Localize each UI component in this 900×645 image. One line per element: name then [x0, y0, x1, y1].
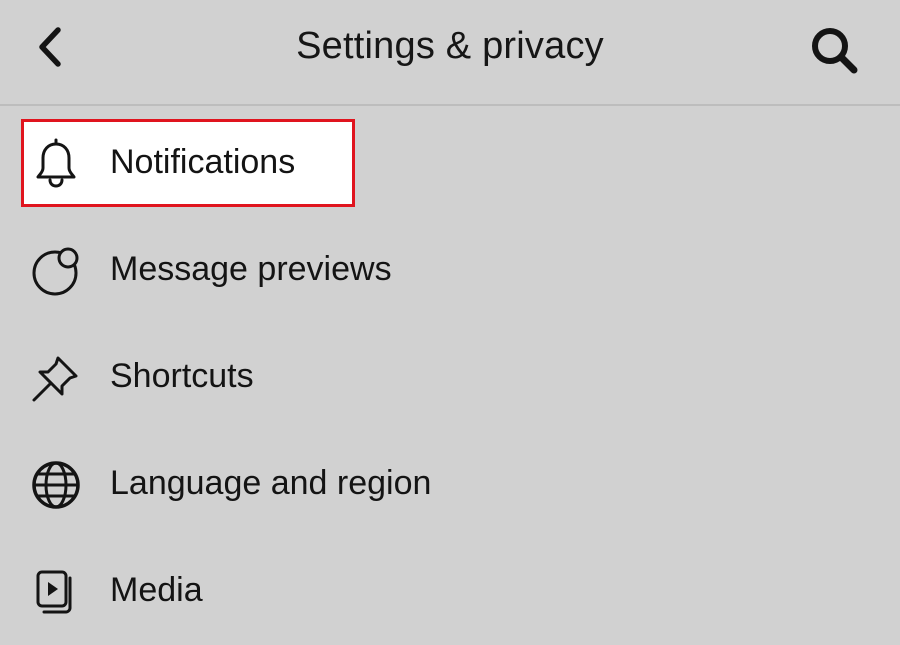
menu-item-language-region[interactable]: Language and region: [0, 443, 600, 523]
bell-icon: [28, 136, 84, 192]
menu-item-notifications[interactable]: Notifications: [0, 122, 600, 202]
menu-item-label: Notifications: [110, 143, 296, 181]
media-icon: [28, 564, 84, 620]
search-icon: [812, 28, 858, 74]
menu-item-label: Shortcuts: [110, 357, 254, 395]
menu-item-label: Language and region: [110, 464, 432, 502]
page-title: Settings & privacy: [296, 25, 604, 67]
header-bar: Settings & privacy: [0, 0, 900, 106]
message-preview-icon: [28, 243, 84, 299]
menu-item-label: Media: [110, 571, 203, 609]
globe-icon: [28, 457, 84, 513]
menu-item-media[interactable]: Media: [0, 550, 600, 630]
search-button[interactable]: [806, 22, 862, 76]
menu-item-label: Message previews: [110, 250, 392, 288]
pin-icon: [28, 350, 84, 406]
menu-item-message-previews[interactable]: Message previews: [0, 229, 600, 309]
menu-item-shortcuts[interactable]: Shortcuts: [0, 336, 600, 416]
